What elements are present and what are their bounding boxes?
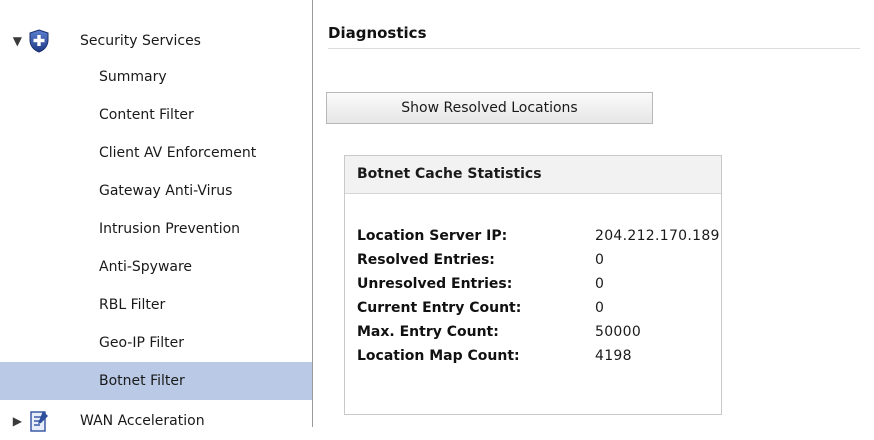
sidebar-item-rbl-filter[interactable]: RBL Filter <box>0 286 312 324</box>
stat-label: Location Server IP: <box>357 228 508 244</box>
stat-label: Unresolved Entries: <box>357 276 513 292</box>
show-resolved-locations-button[interactable]: Show Resolved Locations <box>326 92 653 124</box>
stat-row: Resolved Entries: 0 <box>357 248 720 272</box>
chevron-right-icon[interactable]: ▶ <box>0 414 22 428</box>
stat-row: Unresolved Entries: 0 <box>357 272 720 296</box>
stat-row: Current Entry Count: 0 <box>357 296 720 320</box>
page-title: Diagnostics <box>328 24 860 49</box>
botnet-cache-statistics-panel: Botnet Cache Statistics Location Server … <box>344 155 722 415</box>
sidebar-item-gateway-anti-virus[interactable]: Gateway Anti-Virus <box>0 172 312 210</box>
sidebar-group-security-services[interactable]: ▼ Security Services <box>0 22 312 60</box>
stat-label: Resolved Entries: <box>357 252 495 268</box>
stat-label: Max. Entry Count: <box>357 324 499 340</box>
sidebar-item-geo-ip-filter[interactable]: Geo-IP Filter <box>0 324 312 362</box>
sidebar-item-client-av-enforcement[interactable]: Client AV Enforcement <box>0 134 312 172</box>
stat-value: 204.212.170.189 <box>595 228 720 244</box>
stat-label: Current Entry Count: <box>357 300 522 316</box>
sidebar-group-label: Security Services <box>80 33 201 49</box>
sidebar-nav-list: Summary Content Filter Client AV Enforce… <box>0 58 312 400</box>
stat-row: Location Server IP: 204.212.170.189 <box>357 224 720 248</box>
panel-title: Botnet Cache Statistics <box>345 156 721 194</box>
stat-row: Max. Entry Count: 50000 <box>357 320 720 344</box>
stat-value: 50000 <box>595 324 642 340</box>
document-edit-icon <box>26 408 52 434</box>
sidebar-item-summary[interactable]: Summary <box>0 58 312 96</box>
stats-list: Location Server IP: 204.212.170.189 Reso… <box>357 224 720 368</box>
sidebar-item-intrusion-prevention[interactable]: Intrusion Prevention <box>0 210 312 248</box>
sidebar-item-botnet-filter[interactable]: Botnet Filter <box>0 362 312 400</box>
stat-value: 0 <box>595 300 605 316</box>
sidebar: ▼ Security Services Summary Content Filt… <box>0 0 313 432</box>
sidebar-item-content-filter[interactable]: Content Filter <box>0 96 312 134</box>
stat-row: Location Map Count: 4198 <box>357 344 720 368</box>
stat-value: 4198 <box>595 348 632 364</box>
main-content: Diagnostics Show Resolved Locations Botn… <box>313 0 874 427</box>
stat-value: 0 <box>595 276 605 292</box>
stat-value: 0 <box>595 252 605 268</box>
sidebar-item-anti-spyware[interactable]: Anti-Spyware <box>0 248 312 286</box>
sidebar-group-wan-acceleration[interactable]: ▶ WAN Acceleration <box>0 402 312 440</box>
chevron-down-icon[interactable]: ▼ <box>0 34 22 48</box>
stat-label: Location Map Count: <box>357 348 520 364</box>
shield-icon <box>26 28 52 54</box>
